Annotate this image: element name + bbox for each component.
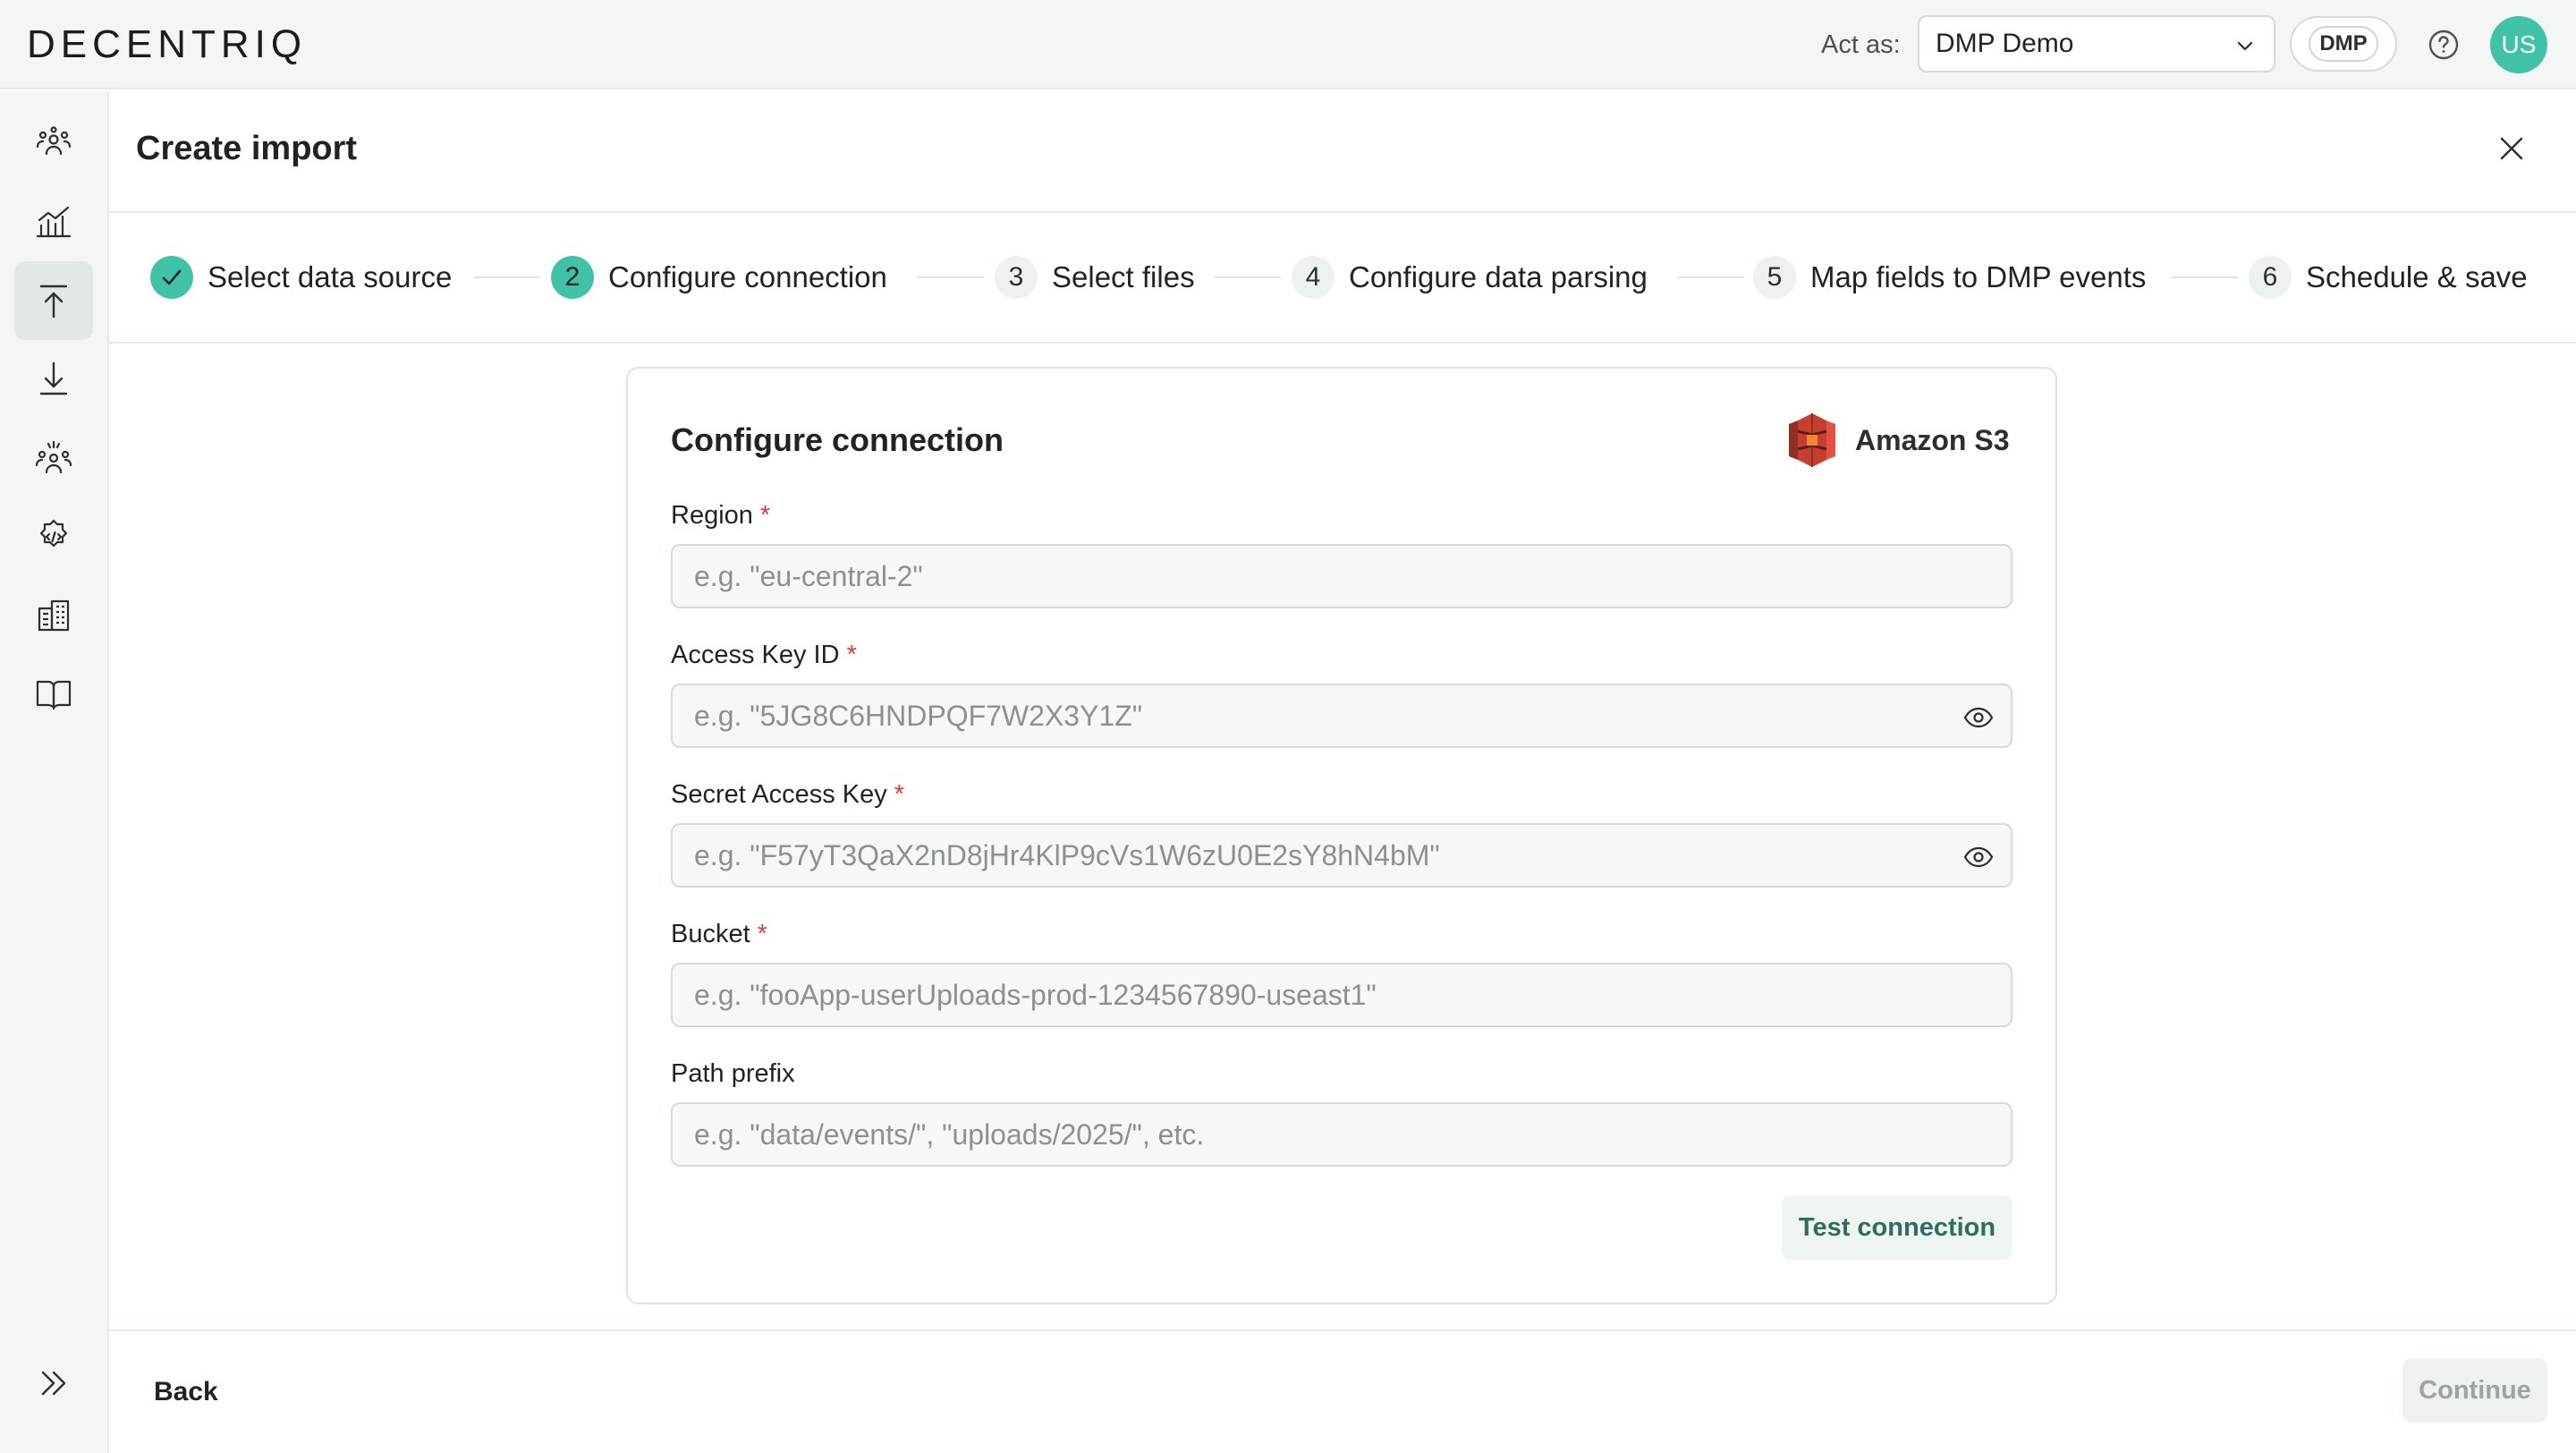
audiences-icon — [36, 126, 72, 156]
step-number: 3 — [995, 256, 1038, 299]
test-connection-button[interactable]: Test connection — [1782, 1195, 2012, 1260]
sidebar-item-insights[interactable] — [14, 183, 93, 261]
header-divider — [109, 211, 2576, 213]
access-key-id-label-text: Access Key ID — [671, 641, 840, 669]
continue-button[interactable]: Continue — [2402, 1358, 2547, 1423]
sidebar-item-developer-settings[interactable] — [14, 497, 93, 576]
step-map-fields: 5 Map fields to DMP events — [1753, 254, 2146, 301]
step-label: Map fields to DMP events — [1810, 260, 2147, 293]
required-asterisk: * — [894, 780, 905, 809]
step-select-files: 3 Select files — [995, 254, 1195, 301]
region-label-text: Region — [671, 501, 753, 530]
region-input[interactable] — [673, 546, 2011, 607]
bucket-label-text: Bucket — [671, 920, 750, 948]
sidebar-item-audiences[interactable] — [14, 104, 93, 183]
sidebar-item-import[interactable] — [14, 261, 93, 340]
step-connector — [1215, 276, 1281, 278]
decentriq-logo: DECENTRIQ — [27, 22, 308, 66]
secret-access-key-label-text: Secret Access Key — [671, 780, 887, 809]
upload-import-icon — [39, 285, 68, 319]
help-icon[interactable] — [2426, 27, 2462, 63]
stepper-divider — [109, 342, 2576, 344]
sidebar-item-documentation[interactable] — [14, 655, 93, 734]
organization-chip-label: DMP — [2309, 26, 2378, 62]
sidebar-expand-button[interactable] — [14, 1344, 93, 1423]
step-connector — [474, 276, 540, 278]
step-configure-connection: 2 Configure connection — [551, 254, 887, 301]
region-label: Region * — [671, 499, 770, 531]
path-prefix-input[interactable] — [673, 1104, 2011, 1165]
book-icon — [36, 680, 72, 710]
step-number: 6 — [2249, 256, 2292, 299]
sidebar — [0, 91, 109, 1453]
secret-access-key-label: Secret Access Key * — [671, 778, 904, 811]
download-export-icon — [39, 361, 68, 395]
provider-badge: Amazon S3 — [1785, 412, 2009, 469]
step-connector — [1678, 276, 1744, 278]
organization-chip[interactable]: DMP — [2290, 16, 2397, 72]
provider-name: Amazon S3 — [1855, 423, 2010, 456]
bucket-label: Bucket * — [671, 918, 767, 950]
top-bar: DECENTRIQ Act as: DMP Demo DMP US — [0, 0, 2576, 89]
step-select-data-source: Select data source — [150, 254, 452, 301]
access-key-id-label: Access Key ID * — [671, 639, 857, 671]
bucket-input[interactable] — [673, 964, 2011, 1025]
required-asterisk: * — [846, 641, 857, 669]
step-configure-data-parsing: 4 Configure data parsing — [1292, 254, 1648, 301]
page-title: Create import — [136, 130, 358, 167]
people-group-icon — [35, 440, 72, 474]
amazon-s3-logo-icon — [1789, 413, 1835, 467]
insights-chart-icon — [36, 206, 72, 238]
check-icon — [162, 269, 182, 285]
sidebar-item-export[interactable] — [14, 340, 93, 419]
act-as-select[interactable]: DMP Demo — [1918, 15, 2275, 72]
step-label: Configure connection — [608, 260, 887, 293]
sidebar-item-organizations[interactable] — [14, 576, 93, 655]
step-connector — [918, 276, 984, 278]
show-password-eye-icon[interactable] — [1962, 841, 1995, 873]
show-password-eye-icon[interactable] — [1962, 701, 1995, 734]
step-label: Configure data parsing — [1349, 260, 1648, 293]
access-key-id-input[interactable] — [673, 685, 2011, 746]
step-schedule-save: 6 Schedule & save — [2249, 254, 2528, 301]
path-prefix-label-text: Path prefix — [671, 1059, 795, 1088]
chevron-down-icon — [2237, 41, 2253, 51]
step-label: Schedule & save — [2306, 260, 2528, 293]
card-title: Configure connection — [671, 421, 1004, 458]
secret-access-key-input[interactable] — [673, 825, 2011, 886]
secret-access-key-field[interactable] — [671, 823, 2012, 888]
back-button[interactable]: Back — [140, 1369, 233, 1415]
step-number: 2 — [551, 256, 594, 299]
path-prefix-field[interactable] — [671, 1102, 2012, 1167]
step-done-check — [150, 256, 193, 299]
settings-code-icon — [39, 519, 68, 548]
step-connector — [2172, 276, 2238, 278]
step-number: 5 — [1753, 256, 1796, 299]
close-icon[interactable] — [2496, 132, 2528, 165]
region-field[interactable] — [671, 544, 2012, 608]
chevrons-right-icon — [41, 1371, 66, 1396]
step-number: 4 — [1292, 256, 1335, 299]
buildings-icon — [38, 599, 70, 632]
required-asterisk: * — [757, 920, 767, 948]
bucket-field[interactable] — [671, 963, 2012, 1027]
user-avatar[interactable]: US — [2490, 16, 2547, 73]
footer-divider — [109, 1330, 2576, 1331]
act-as-value: DMP Demo — [1936, 29, 2074, 58]
act-as-label: Act as: — [1821, 30, 1901, 59]
step-label: Select files — [1052, 260, 1195, 293]
access-key-id-field[interactable] — [671, 684, 2012, 748]
required-asterisk: * — [759, 501, 771, 530]
path-prefix-label: Path prefix — [671, 1058, 795, 1090]
step-label: Select data source — [208, 260, 453, 293]
sidebar-item-groups[interactable] — [14, 419, 93, 497]
